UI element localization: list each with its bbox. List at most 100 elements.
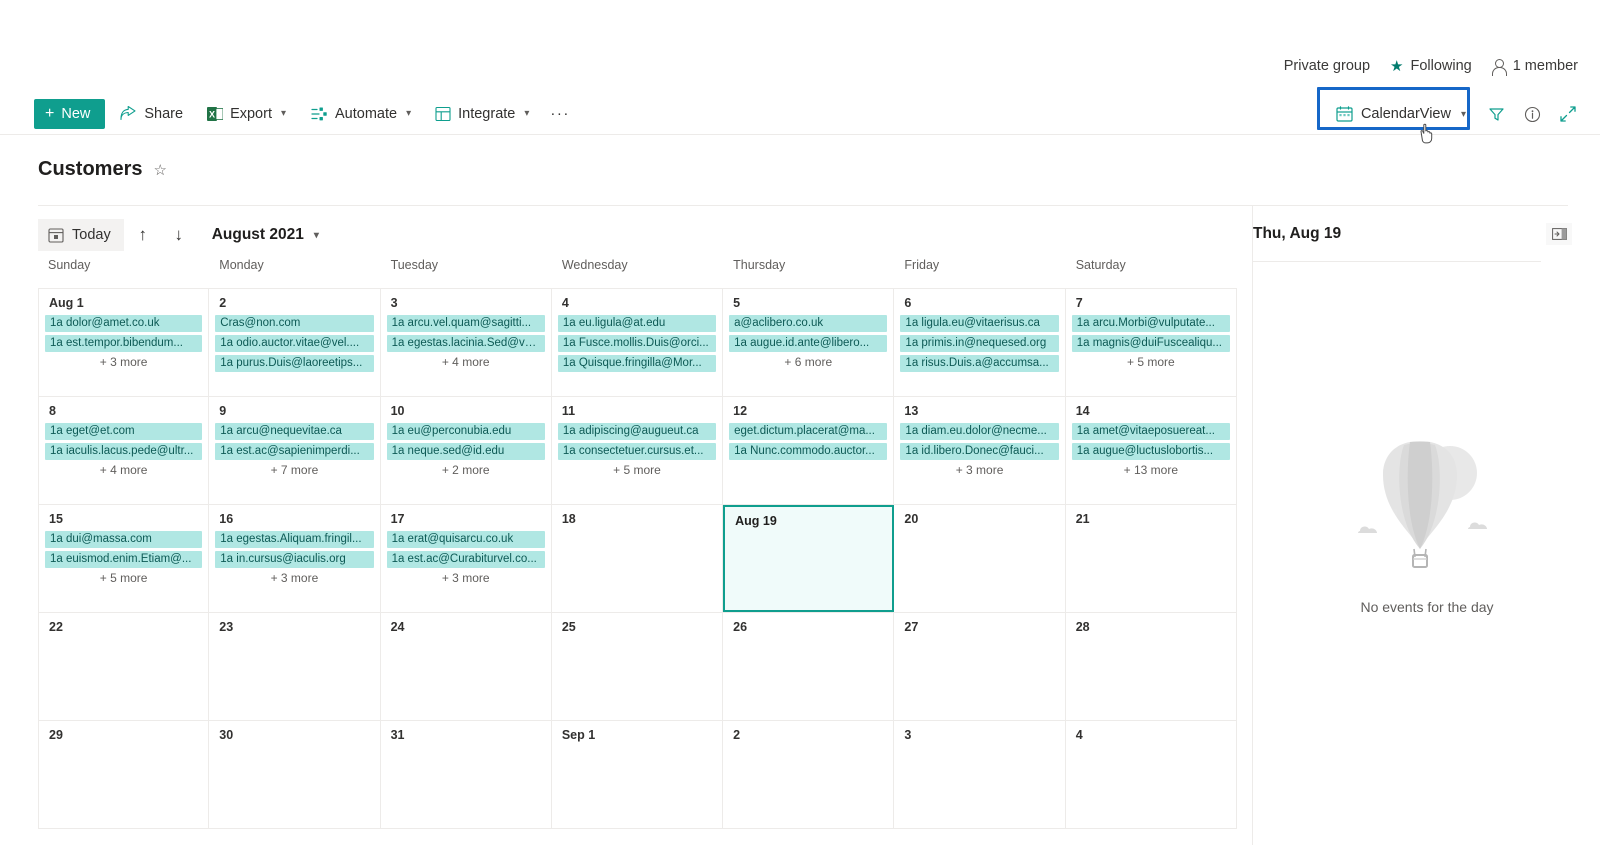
calendar-day-cell[interactable]: 29 [38,721,210,828]
calendar-day-cell[interactable]: 24 [381,613,552,720]
calendar-event-chip[interactable]: 1a egestas.Aliquam.fringil... [215,531,374,548]
calendar-event-chip[interactable]: 1a augue@luctuslobortis... [1071,443,1230,460]
more-events-link[interactable]: + 7 more [215,463,373,477]
more-commands-button[interactable]: ··· [540,105,580,122]
calendar-event-chip[interactable]: 1a augue.id.ante@libero... [729,335,888,352]
calendar-day-cell[interactable]: 17 1a erat@quisarcu.co.uk 1a est.ac@Curabi… [381,505,552,612]
favorite-star-icon[interactable]: ☆ [153,161,166,179]
calendar-event-chip[interactable]: 1a risus.Duis.a@accumsa... [900,355,1059,372]
calendar-event-chip[interactable]: 1a neque.sed@id.edu [386,443,545,460]
calendar-event-chip[interactable]: eget.dictum.placerat@ma... [729,423,888,440]
calendar-event-chip[interactable]: 1a iaculis.lacus.pede@ultr... [45,443,203,460]
calendar-day-cell[interactable]: 5 a@aclibero.co.uk 1a augue.id.ante@libero… [723,289,895,396]
calendar-event-chip[interactable]: 1a est.ac@Curabiturvel.co... [386,551,545,568]
calendar-day-cell[interactable]: 26 [723,613,895,720]
month-picker-button[interactable]: August 2021 ▾ [212,226,319,244]
next-period-button[interactable]: ↓ [162,219,196,251]
calendar-day-cell[interactable]: 18 [552,505,724,612]
calendar-event-chip[interactable]: 1a est.ac@sapienimperdi... [215,443,374,460]
calendar-event-chip[interactable]: 1a est.tempor.bibendum... [45,335,203,352]
calendar-event-chip[interactable]: 1a Quisque.fringilla@Mor... [557,355,717,372]
calendar-event-chip[interactable]: Cras@non.com [215,315,374,332]
calendar-event-chip[interactable]: 1a arcu@nequevitae.ca [215,423,374,440]
new-button[interactable]: + New [34,98,106,129]
more-events-link[interactable]: + 3 more [215,571,373,585]
calendar-event-chip[interactable]: 1a adipiscing@augueut.ca [557,423,717,440]
previous-period-button[interactable]: ↑ [126,219,160,251]
share-button[interactable]: Share [111,99,192,129]
calendar-event-chip[interactable]: a@aclibero.co.uk [729,315,888,332]
view-switcher-button[interactable]: CalendarView ▾ [1316,87,1476,130]
calendar-day-cell[interactable]: 11 1a adipiscing@augueut.ca 1a consectetue… [552,397,724,504]
calendar-day-cell[interactable]: 23 [209,613,381,720]
calendar-event-chip[interactable]: 1a consectetuer.cursus.et... [557,443,717,460]
calendar-event-chip[interactable]: 1a dolor@amet.co.uk [45,315,203,332]
members-button[interactable]: 1 member [1492,58,1578,76]
today-button[interactable]: Today [38,219,124,251]
calendar-event-chip[interactable]: 1a erat@quisarcu.co.uk [386,531,545,548]
calendar-day-cell[interactable]: 8 1a eget@et.com 1a iaculis.lacus.pede@ult… [38,397,210,504]
calendar-day-cell[interactable]: 2 Cras@non.com 1a odio.auctor.vitae@vel...… [209,289,381,396]
more-events-link[interactable]: + 5 more [1072,355,1230,369]
calendar-day-cell[interactable]: Sep 1 [552,721,724,828]
calendar-event-chip[interactable]: 1a id.libero.Donec@fauci... [900,443,1059,460]
calendar-day-cell[interactable]: 6 1a ligula.eu@vitaerisus.ca 1a primis.in@… [894,289,1066,396]
calendar-day-cell[interactable]: 15 1a dui@massa.com 1a euismod.enim.Etiam@… [38,505,210,612]
calendar-day-cell[interactable]: 4 [1066,721,1237,828]
calendar-event-chip[interactable]: 1a magnis@duiFuscealiqu... [1071,335,1230,352]
more-events-link[interactable]: + 5 more [558,463,716,477]
calendar-event-chip[interactable]: 1a egestas.lacinia.Sed@ve... [386,335,545,352]
following-button[interactable]: ★ Following [1390,58,1472,74]
more-events-link[interactable]: + 3 more [900,463,1058,477]
calendar-day-cell[interactable]: 28 [1066,613,1237,720]
calendar-day-cell[interactable]: 16 1a egestas.Aliquam.fringil... 1a in.cur… [209,505,381,612]
calendar-day-cell[interactable]: 9 1a arcu@nequevitae.ca 1a est.ac@sapienim… [209,397,381,504]
calendar-day-cell[interactable]: 13 1a diam.eu.dolor@necme... 1a id.libero.… [894,397,1066,504]
calendar-day-cell[interactable]: 2 [723,721,895,828]
more-events-link[interactable]: + 3 more [45,355,202,369]
calendar-day-cell[interactable]: 22 [38,613,210,720]
calendar-event-chip[interactable]: 1a Fusce.mollis.Duis@orci... [557,335,717,352]
calendar-event-chip[interactable]: 1a purus.Duis@laoreetips... [215,355,374,372]
integrate-button[interactable]: Integrate ▾ [426,99,538,129]
more-events-link[interactable]: + 5 more [45,571,202,585]
calendar-event-chip[interactable]: 1a arcu.Morbi@vulputate... [1071,315,1230,332]
calendar-day-cell[interactable]: 14 1a amet@vitaeposuereat... 1a augue@luct… [1066,397,1237,504]
calendar-day-cell[interactable]: 7 1a arcu.Morbi@vulputate... 1a magnis@dui… [1066,289,1237,396]
calendar-day-cell[interactable]: 10 1a eu@perconubia.edu 1a neque.sed@id.ed… [381,397,552,504]
calendar-day-cell[interactable]: Aug 1 1a dolor@amet.co.uk 1a est.tempor.bi… [38,289,210,396]
calendar-event-chip[interactable]: 1a odio.auctor.vitae@vel.... [215,335,374,352]
calendar-day-cell[interactable]: 3 [894,721,1066,828]
calendar-event-chip[interactable]: 1a primis.in@nequesed.org [900,335,1059,352]
calendar-day-cell[interactable]: 4 1a eu.ligula@at.edu 1a Fusce.mollis.Duis… [552,289,724,396]
calendar-event-chip[interactable]: 1a eu.ligula@at.edu [557,315,717,332]
calendar-event-chip[interactable]: 1a eget@et.com [45,423,203,440]
calendar-event-chip[interactable]: 1a euismod.enim.Etiam@... [45,551,203,568]
calendar-day-cell[interactable]: 20 [894,505,1066,612]
more-events-link[interactable]: + 3 more [387,571,545,585]
more-events-link[interactable]: + 2 more [387,463,545,477]
automate-button[interactable]: Automate ▾ [301,99,420,129]
calendar-day-cell[interactable]: 25 [552,613,724,720]
calendar-day-cell[interactable]: 30 [209,721,381,828]
calendar-event-chip[interactable]: 1a eu@perconubia.edu [386,423,545,440]
more-events-link[interactable]: + 4 more [387,355,545,369]
calendar-day-cell[interactable]: 27 [894,613,1066,720]
collapse-panel-button[interactable] [1546,223,1572,245]
filter-button[interactable] [1480,99,1512,129]
calendar-event-chip[interactable]: 1a amet@vitaeposuereat... [1071,423,1230,440]
more-events-link[interactable]: + 6 more [729,355,887,369]
calendar-day-cell[interactable]: 31 [381,721,552,828]
calendar-day-cell[interactable]: 12 eget.dictum.placerat@ma... 1a Nunc.comm… [723,397,895,504]
calendar-event-chip[interactable]: 1a diam.eu.dolor@necme... [900,423,1059,440]
more-events-link[interactable]: + 13 more [1072,463,1230,477]
calendar-day-cell[interactable]: 3 1a arcu.vel.quam@sagitti... 1a egestas.l… [381,289,552,396]
calendar-day-cell-selected[interactable]: Aug 19 [723,505,895,612]
calendar-event-chip[interactable]: 1a in.cursus@iaculis.org [215,551,374,568]
calendar-event-chip[interactable]: 1a dui@massa.com [45,531,203,548]
calendar-event-chip[interactable]: 1a ligula.eu@vitaerisus.ca [900,315,1059,332]
calendar-event-chip[interactable]: 1a arcu.vel.quam@sagitti... [386,315,545,332]
calendar-day-cell[interactable]: 21 [1066,505,1237,612]
info-button[interactable] [1516,99,1548,129]
more-events-link[interactable]: + 4 more [45,463,202,477]
